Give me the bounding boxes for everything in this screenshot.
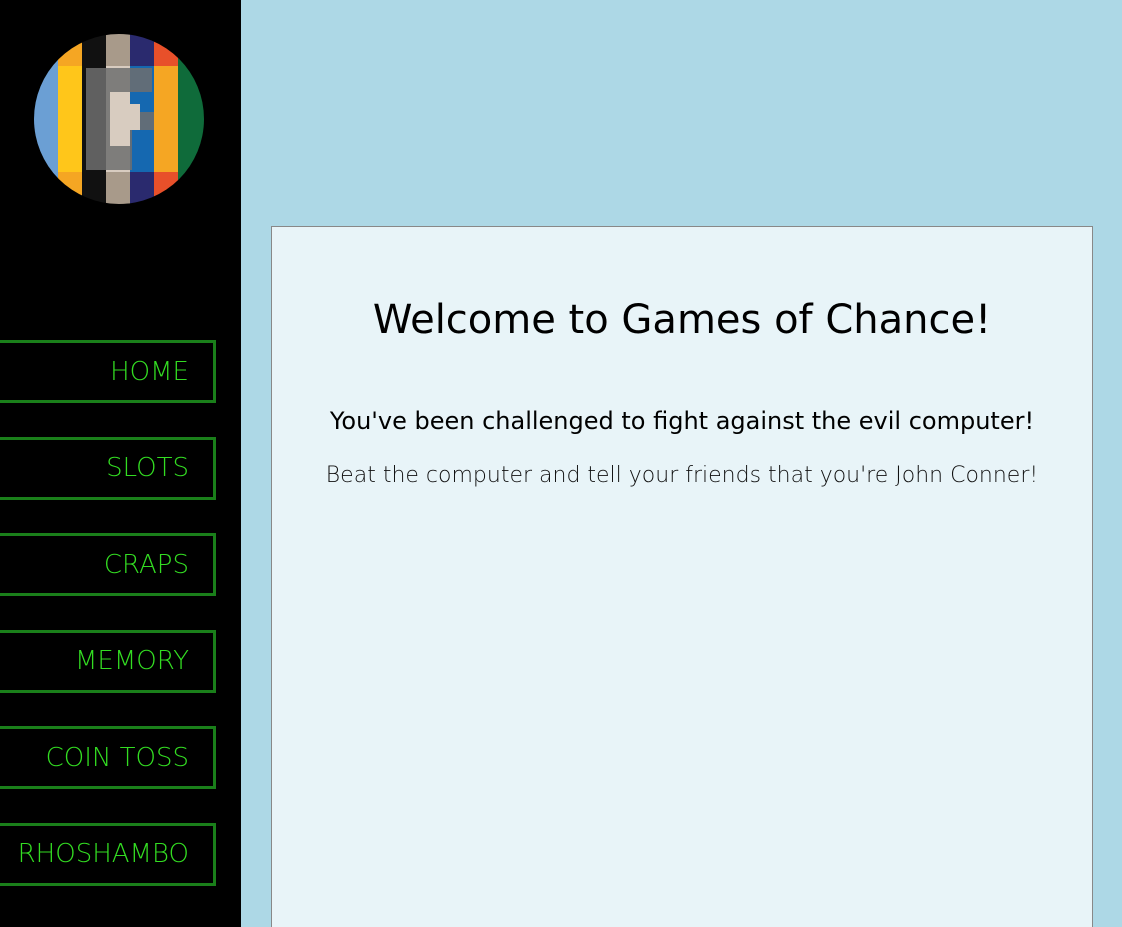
nav-item-slots[interactable]: SLOTS xyxy=(0,436,216,500)
nav-item-craps[interactable]: CRAPS xyxy=(0,533,216,597)
nav-label: HOME xyxy=(110,356,189,387)
nav-label: COIN TOSS xyxy=(45,742,189,773)
nav-label: SLOTS xyxy=(106,453,189,484)
nav-label: RHOSHAMBO xyxy=(17,839,189,870)
nav-item-memory[interactable]: MEMORY xyxy=(0,629,216,693)
nav-label: CRAPS xyxy=(103,549,189,580)
nav-item-home[interactable]: HOME xyxy=(0,340,216,403)
logo-icon[interactable] xyxy=(34,34,204,204)
challenge-subtitle: You've been challenged to fight against … xyxy=(329,407,1035,435)
nav-item-coin-toss[interactable]: COIN TOSS xyxy=(0,726,216,790)
tagline-text: Beat the computer and tell your friends … xyxy=(325,463,1039,488)
page-title: Welcome to Games of Chance! xyxy=(372,297,992,343)
nav-label: MEMORY xyxy=(74,646,189,677)
nav-item-rhoshambo[interactable]: RHOSHAMBO xyxy=(0,822,216,886)
sidebar: HOME SLOTS CRAPS MEMORY COIN TOSS RHOSHA… xyxy=(0,0,241,927)
main-nav: HOME SLOTS CRAPS MEMORY COIN TOSS RHOSHA… xyxy=(0,340,216,920)
welcome-panel: Welcome to Games of Chance! You've been … xyxy=(271,226,1093,927)
